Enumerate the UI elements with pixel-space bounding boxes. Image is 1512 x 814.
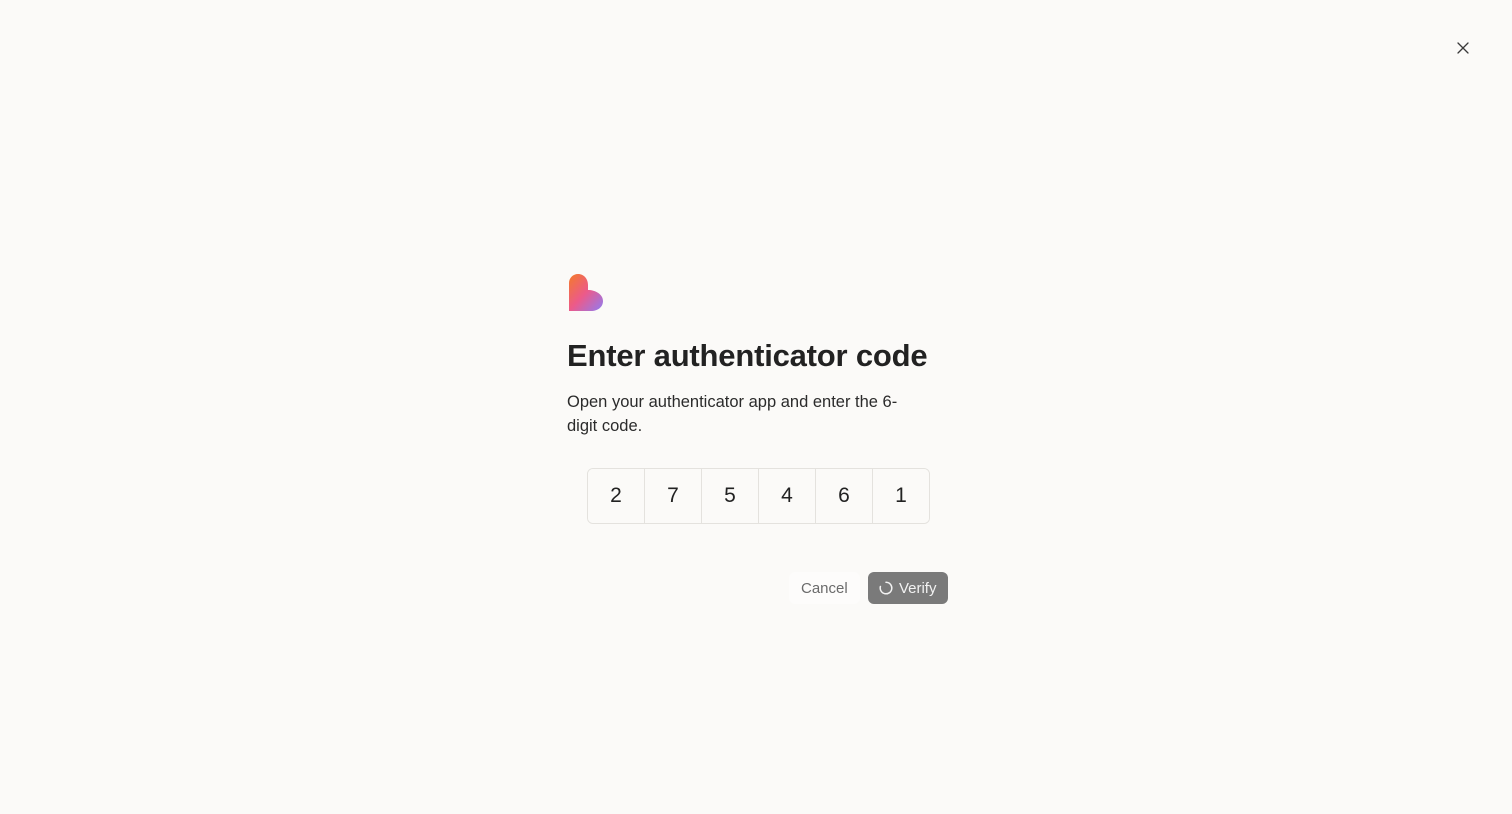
page-title: Enter authenticator code [567, 338, 928, 373]
close-icon [1457, 42, 1469, 54]
close-button[interactable] [1452, 37, 1474, 59]
auth-card: Enter authenticator code Open your authe… [567, 272, 948, 604]
two-factor-page: Enter authenticator code Open your authe… [0, 0, 1512, 814]
heart-logo-icon [569, 274, 603, 311]
verify-button[interactable]: Verify [867, 572, 948, 604]
dialog-actions: Cancel Verify [789, 572, 948, 604]
spinner-icon [879, 581, 893, 595]
otp-digit-4[interactable]: 4 [759, 469, 816, 523]
otp-digit-3[interactable]: 5 [702, 469, 759, 523]
cancel-button[interactable]: Cancel [789, 572, 860, 604]
page-subtitle: Open your authenticator app and enter th… [567, 393, 898, 435]
verify-button-label: Verify [898, 579, 937, 597]
otp-digit-2[interactable]: 7 [645, 469, 702, 523]
otp-digit-6[interactable]: 1 [873, 469, 929, 523]
otp-digit-5[interactable]: 6 [816, 469, 873, 523]
otp-digit-1[interactable]: 2 [588, 469, 645, 523]
otp-code-input[interactable]: 2 7 5 4 6 1 [587, 468, 930, 524]
